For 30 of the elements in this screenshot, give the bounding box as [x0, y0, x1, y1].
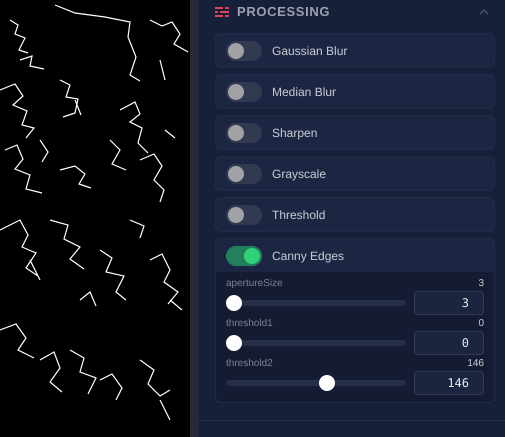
slider[interactable]: [226, 335, 406, 351]
filter-label: Gaussian Blur: [272, 42, 348, 60]
filter-label: Sharpen: [272, 124, 318, 142]
sliders-icon: [215, 6, 229, 18]
param-reading: 3: [478, 276, 484, 290]
param-reading: 0: [478, 316, 484, 330]
param-label: threshold2: [226, 356, 273, 370]
param-label: threshold1: [226, 316, 273, 330]
value-field[interactable]: 146: [414, 371, 484, 395]
slider[interactable]: [226, 375, 406, 391]
section-title: PROCESSING: [237, 3, 330, 22]
filter-label: Canny Edges: [272, 248, 344, 264]
toggle-switch[interactable]: [226, 246, 262, 266]
slider[interactable]: [226, 295, 406, 311]
slider-thumb[interactable]: [226, 335, 242, 351]
param-reading: 146: [467, 356, 484, 370]
param-label: apertureSize: [226, 276, 283, 290]
scrollbar[interactable]: [190, 0, 198, 437]
toggle-switch[interactable]: [226, 204, 262, 224]
toggle-switch[interactable]: [226, 40, 262, 60]
toggle-switch[interactable]: [226, 164, 262, 184]
value-field[interactable]: 3: [414, 291, 484, 315]
slider-thumb[interactable]: [226, 295, 242, 311]
slider-thumb[interactable]: [319, 375, 336, 391]
toggle-switch[interactable]: [226, 122, 262, 142]
filter-label: Threshold: [272, 206, 326, 224]
value-field[interactable]: 0: [414, 331, 484, 355]
filter-label: Grayscale: [272, 166, 326, 182]
toggle-switch[interactable]: [226, 82, 262, 102]
filter-label: Median Blur: [272, 84, 336, 100]
